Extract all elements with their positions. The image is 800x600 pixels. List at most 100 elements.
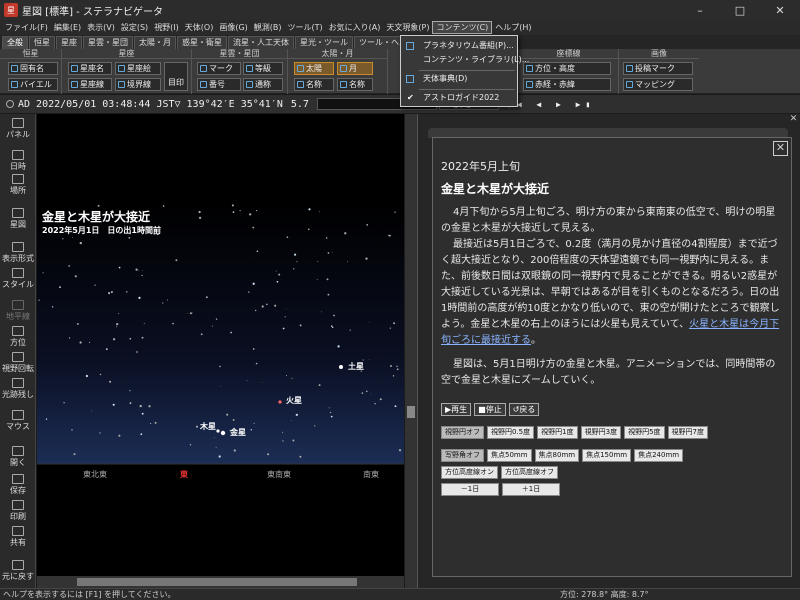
sidebar-save[interactable]: 保存 [0,474,36,496]
menu-encyclopedia[interactable]: 天体事典(D) [401,72,517,86]
menu-view[interactable]: 表示(V) [84,21,118,34]
menu-help[interactable]: ヘルプ(H) [492,21,534,34]
ra-dec-button[interactable]: 赤経・赤緯 [523,78,611,91]
minus-day-button[interactable]: －1日 [441,483,499,496]
mark-button[interactable]: 目印 [164,62,188,91]
altaz-off-button[interactable]: 方位高度線オフ [501,466,558,479]
menu-observe[interactable]: 観測(B) [251,21,285,34]
menu-planetarium[interactable]: プラネタリウム番組(P)... [401,39,517,53]
sidebar-fov-rotation[interactable]: 視野回転 [0,352,36,374]
fov-off-button[interactable]: 視野円オフ [441,426,484,439]
maximize-button[interactable]: □ [720,0,760,20]
const-boundary-button[interactable]: 境界線 [115,78,161,91]
const-picture-button[interactable]: 星座絵 [115,62,161,75]
fov-1-button[interactable]: 視野円1度 [537,426,578,439]
sky-vertical-scrollbar[interactable] [405,114,417,590]
sidebar-undo[interactable]: 元に戻す [0,560,36,582]
stars-bayer-button[interactable]: バイエル [8,78,58,91]
const-name-button[interactable]: 星座名 [68,62,112,75]
moon-name-button[interactable]: 名称 [337,78,373,91]
sidebar-share[interactable]: 共有 [0,526,36,548]
menu-tools[interactable]: ツール(T) [285,21,326,34]
close-button[interactable]: ✕ [760,0,800,20]
close-icon[interactable]: ✕ [773,141,788,156]
tab-nebulae[interactable]: 星雲・星団 [83,36,133,49]
playback-icons[interactable]: ▮◀ ◀ ▶ ▶▮ [507,100,595,109]
sun-button[interactable]: 太陽 [294,62,334,75]
sidebar-datetime[interactable]: 日時 [0,150,36,172]
date-field[interactable]: 2022/05/01 [36,99,96,110]
sidebar-mouse[interactable]: マウス [0,410,36,432]
back-button[interactable]: ↺戻る [508,403,540,416]
minimize-button[interactable]: – [680,0,720,20]
altaz-on-button[interactable]: 方位高度線オン [441,466,498,479]
sky-view[interactable]: 金星と木星が大接近 2022年5月1日 日の出1時間前 土星 火星 木星 金星 … [37,114,404,592]
tab-light-tools[interactable]: 星光・ツール [295,36,353,49]
field-off-button[interactable]: 写野角オフ [441,449,484,462]
mapping-button[interactable]: マッピング [623,78,693,91]
menu-favorites[interactable]: お気に入り(A) [326,21,384,34]
alt-az-button[interactable]: 方位・高度 [523,62,611,75]
menu-edit[interactable]: 編集(E) [51,21,84,34]
tab-meteors[interactable]: 流星・人工天体 [228,36,294,49]
menu-fov[interactable]: 視野(I) [151,21,182,34]
submit-mark-button[interactable]: 投稿マーク [623,62,693,75]
fov-7-button[interactable]: 視野円7度 [667,426,709,439]
const-line-button[interactable]: 星座線 [68,78,112,91]
fov-05-button[interactable]: 視野円0.5度 [487,426,535,439]
play-button[interactable]: ▶再生 [441,403,472,416]
sun-name-button[interactable]: 名称 [294,78,334,91]
menu-contents[interactable]: コンテンツ(C) [432,21,493,34]
time-field[interactable]: 03:48:44 [102,99,150,110]
sidebar-panel[interactable]: パネル [0,118,36,140]
dso-common-button[interactable]: 通称 [243,78,283,91]
focus-80-button[interactable]: 焦点80mm [534,449,580,462]
dso-class-button[interactable]: 等級 [243,62,283,75]
focus-240-button[interactable]: 焦点240mm [634,449,684,462]
stars-name-button[interactable]: 固有名 [8,62,58,75]
tab-stars[interactable]: 恒星 [29,36,55,49]
saturn-label[interactable]: 土星 [348,361,364,372]
sidebar-display-format[interactable]: 表示形式 [0,242,36,264]
timezone-field[interactable]: JST▽ [156,99,180,110]
tab-general[interactable]: 全般 [2,36,28,49]
longitude-field[interactable]: 139°42′E [187,99,235,110]
menu-astroguide[interactable]: ✔ アストロガイド2022 [401,91,517,105]
focus-50-button[interactable]: 焦点50mm [487,449,532,462]
dso-mark-button[interactable]: マーク [197,62,241,75]
sidebar-location[interactable]: 場所 [0,174,36,196]
tab-constellations[interactable]: 星座 [56,36,82,49]
sidebar-direction[interactable]: 方位 [0,326,36,348]
tab-sun-moon[interactable]: 太陽・月 [134,36,176,49]
sidebar-style[interactable]: スタイル [0,268,36,290]
menu-objects[interactable]: 天体(O) [182,21,217,34]
pane-close-icon[interactable]: ✕ [788,114,799,125]
star [136,351,138,353]
sidebar-print[interactable]: 印刷 [0,500,36,522]
fov-3-button[interactable]: 視野円3度 [580,426,622,439]
venus-label[interactable]: 金星 [230,427,246,438]
sidebar-starmap[interactable]: 星図 [0,208,36,230]
sidebar-open[interactable]: 開く [0,446,36,468]
menu-phenomena[interactable]: 天文現象(P) [383,21,432,34]
sidebar-trail[interactable]: 光跡残し [0,378,36,400]
latitude-field[interactable]: 35°41′N [241,99,283,110]
jupiter-label[interactable]: 木星 [200,421,216,432]
plus-day-button[interactable]: ＋1日 [502,483,560,496]
sky-horizontal-thumb[interactable] [77,578,357,586]
tab-planets[interactable]: 惑星・衛星 [177,36,227,49]
stop-button[interactable]: ■停止 [474,403,506,416]
menu-library[interactable]: コンテンツ・ライブラリ(L)... [401,53,529,67]
fov-5-button[interactable]: 視野円5度 [624,426,665,439]
sky-horizontal-scrollbar[interactable] [37,576,404,588]
mars-label[interactable]: 火星 [286,395,302,406]
menu-settings[interactable]: 設定(S) [118,21,151,34]
sky-vertical-thumb[interactable] [407,406,415,418]
menu-file[interactable]: ファイル(F) [2,21,51,34]
moon-button[interactable]: 月 [337,62,373,75]
menu-image[interactable]: 画像(G) [216,21,250,34]
focus-150-button[interactable]: 焦点150mm [582,449,632,462]
zoom-field[interactable]: 5.7 [291,99,309,110]
sidebar-horizon[interactable]: 地平線 [0,300,36,322]
dso-number-button[interactable]: 番号 [197,78,241,91]
